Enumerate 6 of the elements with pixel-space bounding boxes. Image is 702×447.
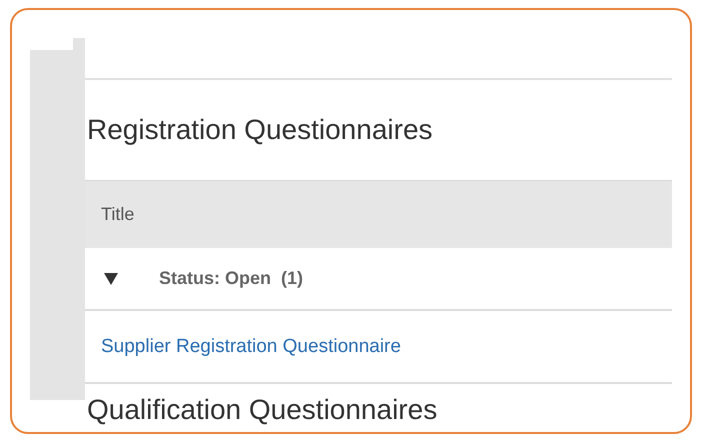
column-header[interactable]: Title [85,204,134,225]
expand-triangle-icon[interactable] [103,272,119,286]
section-title: Registration Questionnaires [86,113,434,147]
section-title: Qualification Questionnaires [86,394,438,426]
group-label: Status: Open (1) [159,268,304,289]
questionnaire-link[interactable]: Supplier Registration Questionnaire [101,336,401,358]
